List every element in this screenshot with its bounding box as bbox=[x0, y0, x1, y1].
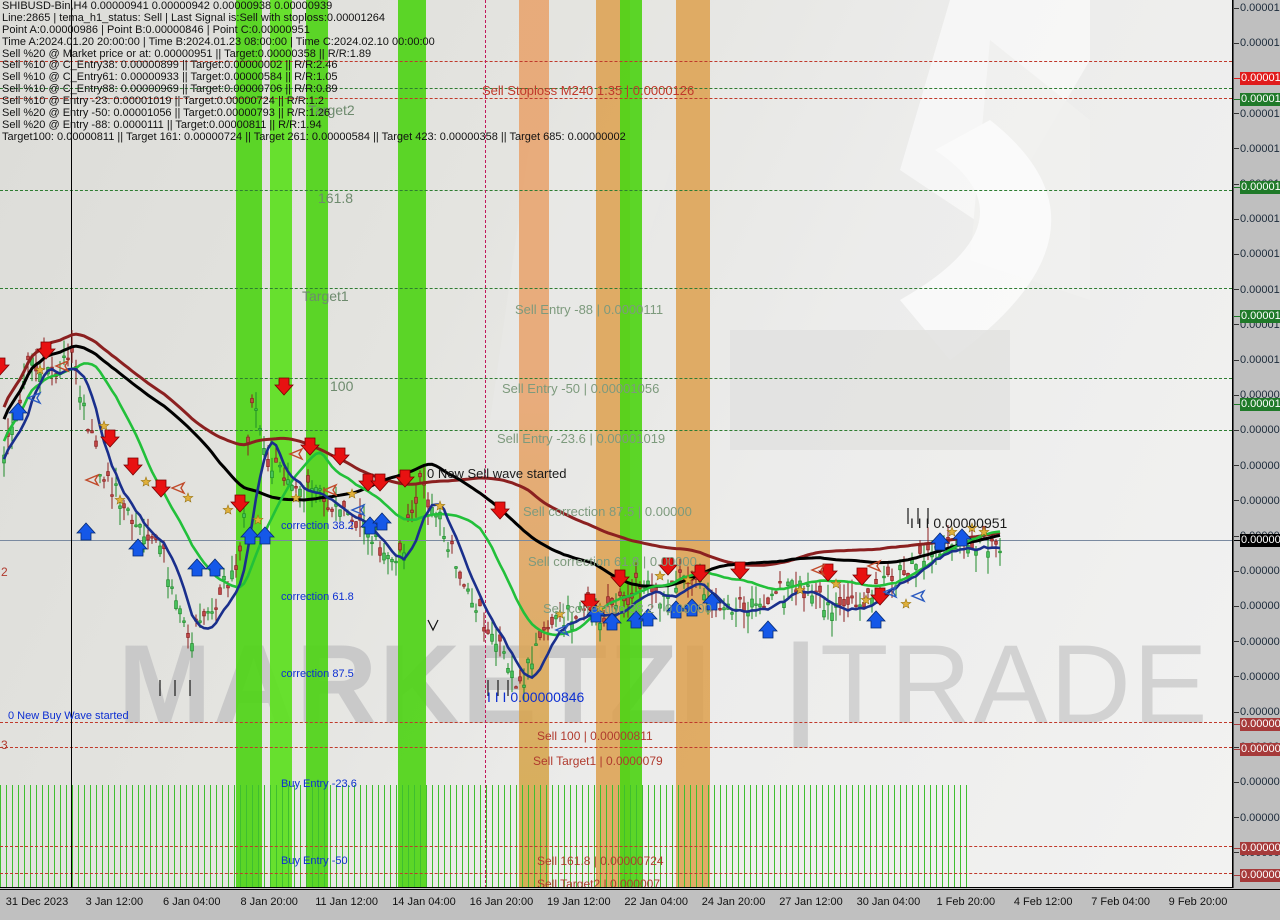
level-line-9 bbox=[0, 747, 1232, 748]
chart-label-22: Sell 161.8 | 0.00000724 bbox=[537, 854, 664, 868]
signal-band-6 bbox=[676, 0, 710, 888]
price-tick-18: 0.00000 bbox=[1234, 636, 1280, 648]
time-axis[interactable]: 31 Dec 2023 3 Jan 12:00 6 Jan 04:00 8 Jan 2… bbox=[0, 889, 1280, 920]
chart-label-4: Sell Entry -88 | 0.0000111 bbox=[515, 302, 664, 317]
price-tick-10: 0.00001 bbox=[1234, 354, 1280, 366]
price-tag-marker-9 bbox=[1234, 875, 1240, 876]
chart-label-19: Sell Target1 | 0.0000079 bbox=[533, 754, 663, 768]
price-tag-blk-5[interactable]: 0.00000 bbox=[1240, 534, 1280, 547]
chart-label-23: Sell Target2 | 0.000007 bbox=[537, 877, 660, 889]
price-tag-green-4[interactable]: 0.00001 bbox=[1240, 398, 1280, 411]
level-line-4 bbox=[0, 288, 1232, 289]
price-tag-dred-8[interactable]: 0.00000 bbox=[1240, 842, 1280, 855]
level-line-10 bbox=[0, 846, 1232, 847]
chart-label-13: correction 61.8 bbox=[281, 591, 354, 603]
price-tick-19: 0.00000 bbox=[1234, 671, 1280, 683]
price-tick-3: 0.00001 bbox=[1234, 108, 1280, 120]
time-tick-6: 16 Jan 20:00 bbox=[469, 896, 534, 908]
price-tag-marker-8 bbox=[1234, 848, 1240, 849]
chart-label-5: 100 bbox=[330, 378, 354, 394]
price-tick-14: 0.00000 bbox=[1234, 495, 1280, 507]
time-tick-10: 27 Jan 12:00 bbox=[779, 896, 843, 908]
chart-label-17: 0 New Buy Wave started bbox=[8, 710, 129, 722]
chart-label-25: 3 bbox=[1, 738, 8, 752]
time-tick-13: 4 Feb 12:00 bbox=[1013, 896, 1073, 908]
time-tick-5: 14 Jan 04:00 bbox=[392, 896, 456, 908]
price-tag-marker-7 bbox=[1234, 749, 1240, 750]
time-tick-4: 11 Jan 12:00 bbox=[315, 896, 378, 908]
info-line-11: Target100: 0.00000811 || Target 161: 0.0… bbox=[2, 130, 626, 143]
time-tick-11: 30 Jan 04:00 bbox=[856, 896, 921, 908]
time-tick-1: 3 Jan 12:00 bbox=[85, 896, 144, 908]
chart-label-10: correction 38.2 bbox=[281, 520, 354, 532]
time-tick-9: 24 Jan 20:00 bbox=[701, 896, 766, 908]
price-tag-marker-2 bbox=[1234, 187, 1240, 188]
symbol-info-panel: SHIBUSD-Bin,H4 0.00000941 0.00000942 0.0… bbox=[2, 0, 626, 144]
chart-label-6: Sell Entry -50 | 0.00001056 bbox=[502, 381, 660, 396]
info-line-2: Point A:0.00000986 | Point B:0.00000846 … bbox=[2, 23, 310, 36]
time-tick-14: 7 Feb 04:00 bbox=[1091, 896, 1150, 908]
chart-label-2: 161.8 bbox=[318, 190, 354, 206]
price-tick-7: 0.00001 bbox=[1234, 248, 1280, 260]
price-tag-marker-5 bbox=[1234, 540, 1240, 541]
level-line-11 bbox=[0, 873, 1232, 874]
price-tag-dred-9[interactable]: 0.00000 bbox=[1240, 869, 1280, 882]
price-tag-marker-3 bbox=[1234, 316, 1240, 317]
price-tick-1: 0.00001 bbox=[1234, 37, 1280, 49]
price-tag-dred-6[interactable]: 0.00000 bbox=[1240, 718, 1280, 731]
chart-label-21: Buy Entry -50 bbox=[281, 855, 348, 867]
chart-label-24: 2 bbox=[1, 565, 8, 579]
chart-label-18: Sell 100 | 0.00000811 bbox=[537, 729, 653, 743]
time-tick-8: 22 Jan 04:00 bbox=[624, 896, 688, 908]
time-tick-2: 6 Jan 04:00 bbox=[163, 896, 221, 908]
time-tick-3: 8 Jan 20:00 bbox=[240, 896, 298, 908]
price-tick-12: 0.00000 bbox=[1234, 424, 1280, 436]
price-tag-marker-1 bbox=[1234, 99, 1240, 100]
price-tick-22: 0.00000 bbox=[1234, 776, 1280, 788]
time-tick-12: 1 Feb 20:00 bbox=[936, 896, 996, 908]
price-tick-6: 0.00001 bbox=[1234, 213, 1280, 225]
price-tag-green-2[interactable]: 0.00001 bbox=[1240, 181, 1280, 194]
level-line-3 bbox=[0, 190, 1232, 191]
watermark-trade: TRADE bbox=[820, 622, 1210, 747]
level-line-7 bbox=[0, 540, 1232, 541]
chart-label-14: Sell correction 38.2 | 0.00000 bbox=[543, 601, 712, 616]
chart-plot-area[interactable]: MARKETZI | TRADE Sell Stoploss M240 1.35… bbox=[0, 0, 1233, 888]
chart-label-3: Target1 bbox=[302, 288, 349, 304]
info-line-3: Time A:2024.01.20 20:00:00 | Time B:2024… bbox=[2, 35, 435, 48]
price-tag-red-0[interactable]: 0.00001 bbox=[1240, 72, 1280, 85]
chart-label-12: Sell correction 61.8 | 0.00000 bbox=[528, 554, 697, 569]
price-tick-16: 0.00000 bbox=[1234, 565, 1280, 577]
chart-label-20: Buy Entry -23.6 bbox=[281, 778, 357, 790]
price-axis[interactable]: 0.00001 0.00001 0.00001 0.00001 0.00001 0.000… bbox=[1233, 0, 1280, 888]
chart-label-16: I I I 0.00000846 bbox=[487, 689, 585, 705]
price-tag-marker-6 bbox=[1234, 724, 1240, 725]
price-tick-8: 0.00001 bbox=[1234, 284, 1280, 296]
price-tag-marker-4 bbox=[1234, 404, 1240, 405]
level-line-5 bbox=[0, 378, 1232, 379]
price-tag-marker-0 bbox=[1234, 78, 1240, 79]
watermark-separator: | bbox=[785, 622, 819, 747]
chart-label-8: 0 New Sell wave started bbox=[427, 466, 567, 481]
time-tick-15: 9 Feb 20:00 bbox=[1168, 896, 1228, 908]
price-tag-dred-7[interactable]: 0.00000 bbox=[1240, 743, 1280, 756]
price-tick-4: 0.00001 bbox=[1234, 143, 1280, 155]
level-line-8 bbox=[0, 722, 1232, 723]
trading-chart-window: MARKETZI | TRADE Sell Stoploss M240 1.35… bbox=[0, 0, 1280, 920]
price-tick-17: 0.00000 bbox=[1234, 600, 1280, 612]
chart-label-11: I I I 0.00000951 bbox=[910, 515, 1008, 531]
time-tick-7: 19 Jan 12:00 bbox=[546, 896, 611, 908]
time-tick-0: 31 Dec 2023 bbox=[5, 896, 69, 908]
chart-label-7: Sell Entry -23.6 | 0.00001019 bbox=[497, 431, 666, 446]
price-tick-20: 0.00000 bbox=[1234, 706, 1280, 718]
info-line-10: Sell %20 @ Entry -88: 0.0000111 || Targe… bbox=[2, 118, 322, 131]
price-tick-0: 0.00001 bbox=[1234, 2, 1280, 14]
info-line-1: Line:2865 | tema_h1_status: Sell | Last … bbox=[2, 11, 386, 24]
chart-label-15: correction 87.5 bbox=[281, 668, 354, 680]
price-tick-13: 0.00000 bbox=[1234, 460, 1280, 472]
price-tick-23: 0.00000 bbox=[1234, 812, 1280, 824]
price-tag-green-3[interactable]: 0.00001 bbox=[1240, 310, 1280, 323]
price-tag-green-1[interactable]: 0.00001 bbox=[1240, 93, 1280, 106]
chart-label-9: Sell correction 87.5 | 0.00000 bbox=[523, 504, 692, 519]
